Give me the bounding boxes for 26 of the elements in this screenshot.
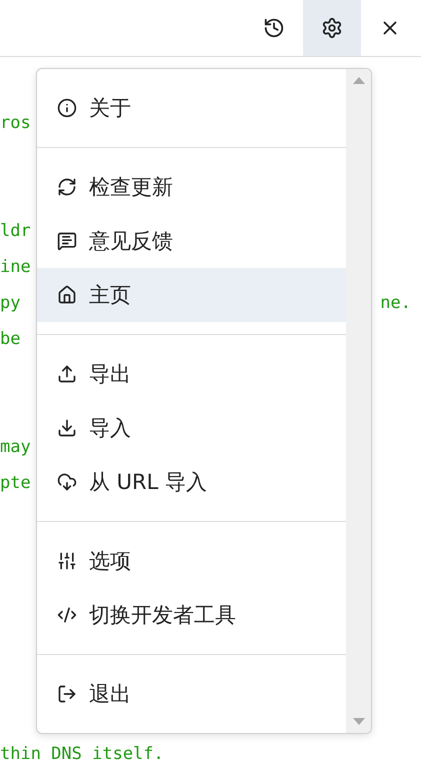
scroll-up-icon[interactable] <box>352 77 364 84</box>
logout-icon <box>57 684 77 704</box>
history-icon <box>263 17 285 39</box>
code-text: ne. <box>380 292 411 315</box>
scrollbar[interactable] <box>346 69 371 733</box>
gear-icon <box>321 17 343 39</box>
code-text: py <box>0 292 20 315</box>
menu-item[interactable]: 主页 <box>37 268 346 322</box>
message-icon <box>57 231 77 251</box>
scroll-down-icon[interactable] <box>352 718 364 725</box>
download-icon <box>57 418 77 438</box>
home-icon <box>57 285 77 305</box>
code-text: ros <box>0 112 31 135</box>
code-text: ldr <box>0 220 31 243</box>
upload-icon <box>57 364 77 384</box>
code-text: be <box>0 328 20 351</box>
code-icon <box>57 605 77 625</box>
code-text: may <box>0 436 31 459</box>
sliders-icon <box>57 551 77 571</box>
code-text: thin DNS itself. <box>0 743 164 766</box>
code-text: ine <box>0 256 31 279</box>
cloud-download-icon <box>57 472 77 492</box>
settings-button[interactable] <box>303 0 361 56</box>
info-icon <box>57 98 77 118</box>
refresh-icon <box>57 177 77 197</box>
code-text: pte <box>0 472 31 495</box>
